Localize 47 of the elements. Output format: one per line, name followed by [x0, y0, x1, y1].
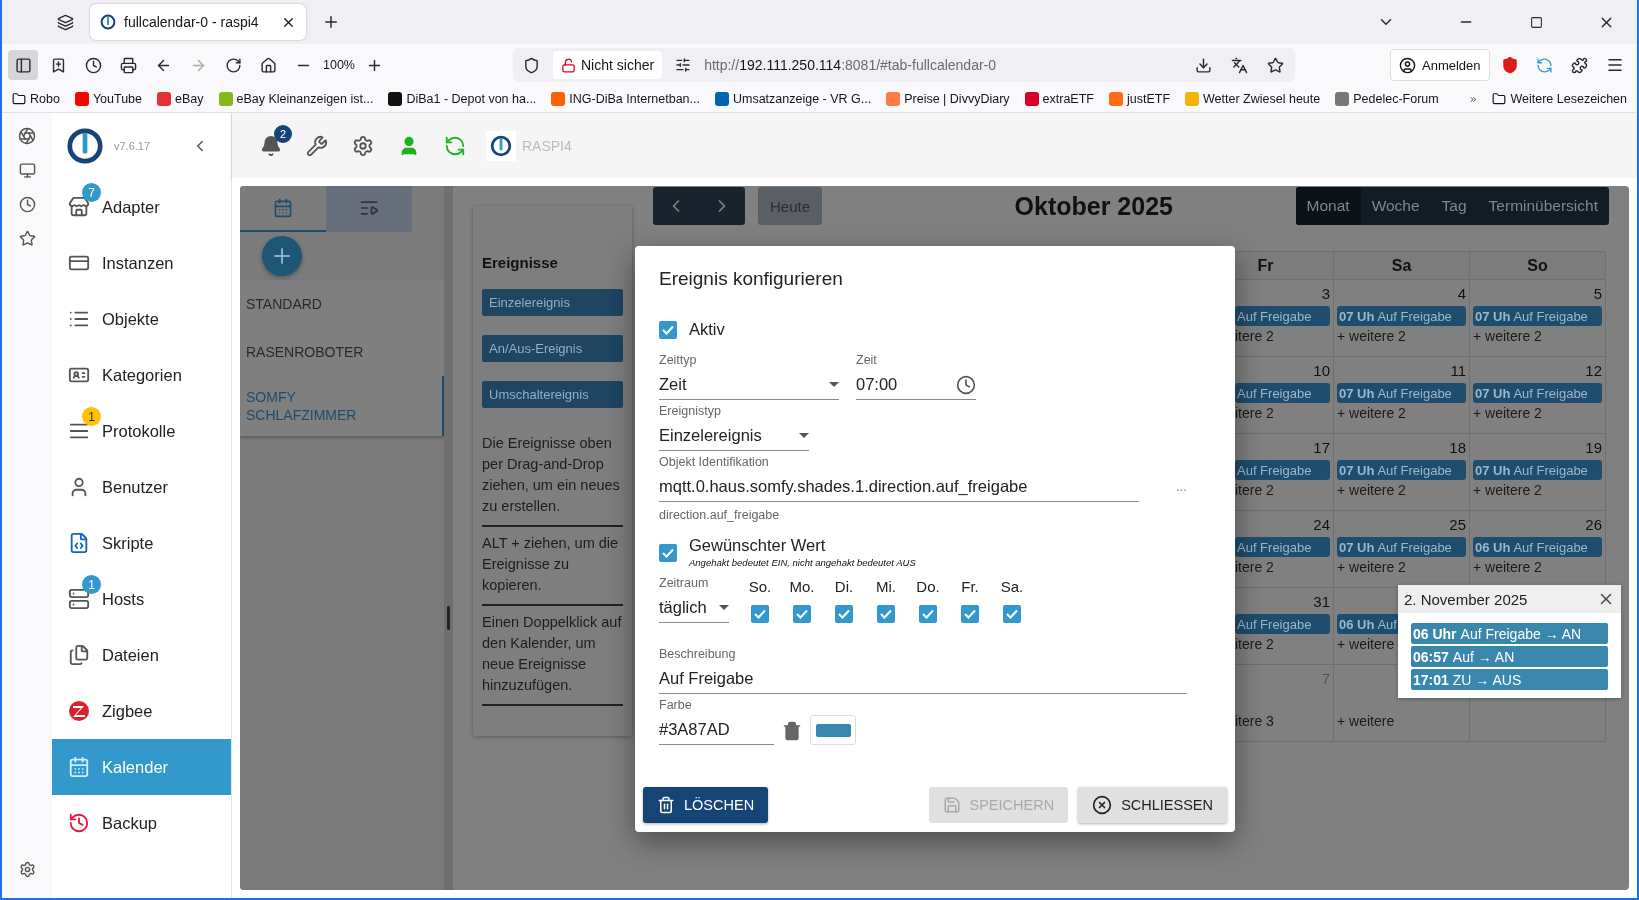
day-number: 5 — [1593, 284, 1602, 304]
field-label: Zeitraum — [659, 576, 710, 590]
hint-text: ALT + ziehen, um die Ereignisse zu kopieren. — [482, 527, 623, 606]
notification-badge: 2 — [274, 124, 292, 143]
field-label: Zeit — [856, 353, 878, 367]
weekday-label: Fr. — [961, 578, 979, 595]
weekday-header: So — [1470, 251, 1606, 280]
day-number: 10 — [1313, 361, 1330, 381]
day-number: 31 — [1313, 592, 1330, 612]
weekday-label: Mo. — [789, 578, 815, 595]
day-number: 4 — [1457, 284, 1466, 304]
weekday-label: So. — [748, 578, 772, 595]
dialog-title: Ereignis konfigurieren — [659, 268, 844, 290]
popover-title: 2. November 2025 — [1404, 590, 1528, 608]
checkbox-label: Aktiv — [689, 320, 725, 339]
host-name: RASPI4 — [522, 137, 572, 154]
hint-text: Einen Doppelklick auf den Kalender, um neue Ereignisse hinzuzufügen. — [482, 606, 623, 706]
field-label: Objekt Identifikation — [659, 455, 770, 469]
weekday-header: Sa — [1334, 251, 1470, 280]
field-label: Ereignistyp — [659, 404, 722, 418]
count-badge: 1 — [82, 407, 101, 426]
count-badge: 7 — [82, 183, 101, 202]
day-number: 18 — [1449, 438, 1466, 458]
weekday-label: Do. — [916, 578, 940, 595]
weekday-label: Di. — [834, 578, 854, 595]
checkbox-hint: Angehakt bedeutet EIN, nicht angehakt bedeutet AUS — [689, 557, 916, 568]
count-badge: 1 — [82, 575, 101, 594]
day-number: 12 — [1585, 361, 1602, 381]
weekday-label: Sa. — [1000, 578, 1024, 595]
version-label: v7.6.17 — [114, 140, 151, 152]
day-number: 25 — [1449, 515, 1466, 535]
day-number: 17 — [1313, 438, 1330, 458]
day-number: 19 — [1585, 438, 1602, 458]
field-label: Zeittyp — [659, 353, 698, 367]
checkbox-label: Gewünschter Wert — [689, 536, 827, 555]
helper-text: direction.auf_freigabe — [659, 508, 781, 522]
day-number: 26 — [1585, 515, 1602, 535]
events-title: Ereignisse — [482, 254, 559, 271]
day-number: 3 — [1321, 284, 1330, 304]
tab-title: fullcalendar-0 - raspi4 — [124, 14, 260, 30]
calendar-title: Oktober 2025 — [1013, 191, 1174, 221]
field-label: Farbe — [659, 698, 693, 712]
hint-text: Die Ereignisse oben per Drag-and-Drop ziehen, um ein neues zu erstellen. — [482, 427, 623, 527]
weekday-label: Mi. — [876, 578, 896, 595]
field-label: Beschreibung — [659, 647, 737, 661]
day-number: 24 — [1313, 515, 1330, 535]
day-number: 11 — [1450, 361, 1466, 381]
